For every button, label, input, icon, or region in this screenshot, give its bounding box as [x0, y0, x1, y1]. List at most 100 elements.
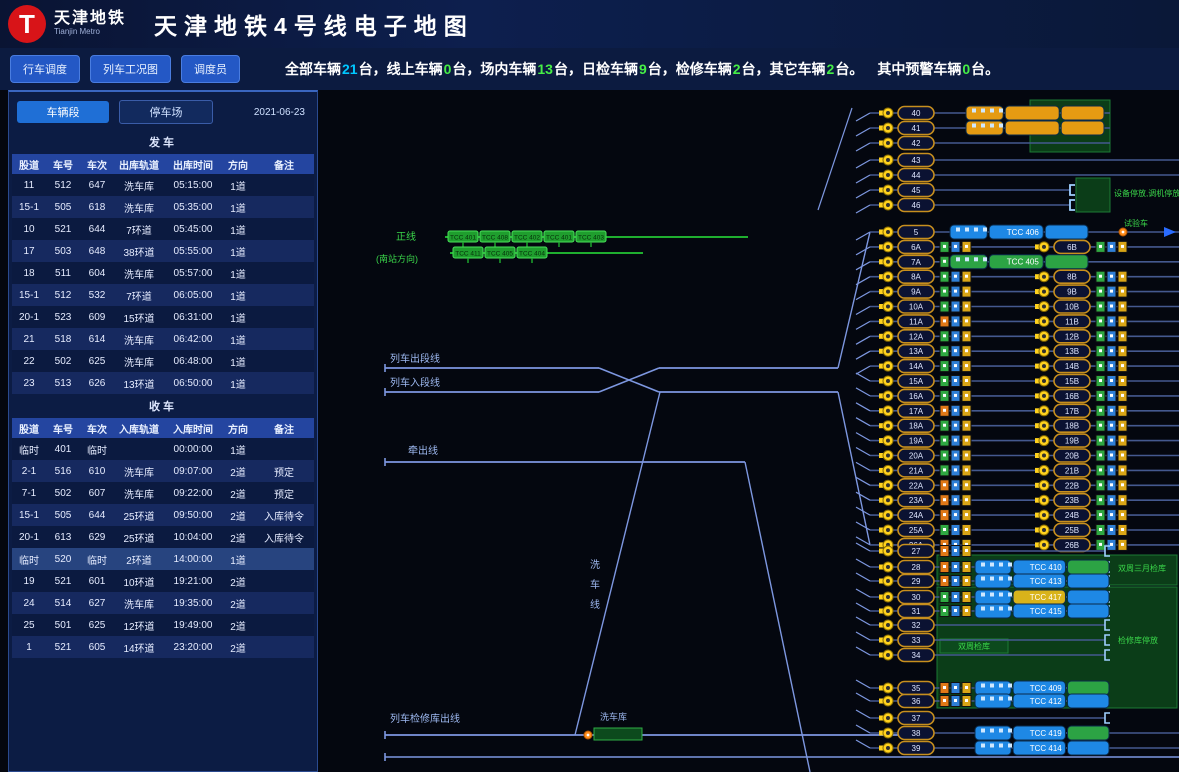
track-end-bracket — [1070, 185, 1075, 195]
table-row[interactable]: 临时401临时00:00:001道 — [12, 438, 314, 460]
table-cell: 临时 — [12, 552, 46, 567]
train-car[interactable] — [1067, 681, 1109, 695]
track-number: 16A — [909, 392, 924, 401]
track-number: 28 — [912, 563, 921, 572]
table-row[interactable]: 20-152360915环道06:31:001道 — [12, 306, 314, 328]
toolbar-button-train-status[interactable]: 列车工况图 — [90, 55, 171, 83]
train-car[interactable] — [950, 255, 987, 269]
table-row[interactable]: 11512647洗车库05:15:001道 — [12, 174, 314, 196]
train-car[interactable] — [1067, 560, 1109, 574]
train-window — [972, 124, 976, 128]
table-row[interactable]: 152160514环道23:20:002道 — [12, 636, 314, 658]
table-row[interactable]: 24514627洗车库19:35:002道 — [12, 592, 314, 614]
train-car[interactable] — [975, 590, 1011, 604]
icon-glyph — [954, 245, 957, 248]
train-car[interactable] — [975, 694, 1011, 708]
table-cell: 入库待令 — [254, 530, 314, 545]
table-row[interactable]: 21518614洗车库06:42:001道 — [12, 328, 314, 350]
equipment-label: 设备停放,调机停放 — [1114, 188, 1179, 198]
train-car[interactable] — [966, 121, 1003, 135]
track-line — [856, 740, 870, 748]
table-cell: 19:21:00 — [164, 576, 222, 587]
table-cell: 14环道 — [114, 640, 164, 655]
train-car[interactable] — [1067, 590, 1109, 604]
train-car[interactable] — [975, 741, 1011, 755]
train-car[interactable] — [1067, 726, 1109, 740]
icon-glyph — [965, 513, 968, 516]
train-car[interactable] — [966, 106, 1003, 120]
track-number: 9A — [911, 288, 921, 297]
train-car[interactable] — [1067, 604, 1109, 618]
table-row[interactable]: 1952160110环道19:21:002道 — [12, 570, 314, 592]
train-car[interactable] — [1045, 225, 1088, 239]
table-row[interactable]: 20-161362925环道10:04:002道入库待令 — [12, 526, 314, 548]
signal-base — [879, 230, 883, 235]
signal-base — [1035, 513, 1039, 518]
table-row[interactable]: 15-1505618洗车库05:35:001道 — [12, 196, 314, 218]
track-line — [856, 617, 870, 625]
train-car[interactable] — [1061, 121, 1104, 135]
signal-core — [886, 364, 890, 368]
icon-glyph — [943, 549, 946, 552]
icon-glyph — [954, 275, 957, 278]
biweekly-side-label: 双周三月检库 — [1118, 563, 1166, 573]
train-window — [1008, 593, 1012, 597]
signal-base — [879, 289, 883, 294]
icon-glyph — [943, 699, 946, 702]
table-row[interactable]: 105216447环道05:45:001道 — [12, 218, 314, 240]
table-cell: 洗车库 — [114, 266, 164, 281]
signal-base — [1035, 364, 1039, 369]
tab-parking[interactable]: 停车场 — [119, 100, 213, 124]
train-car[interactable] — [1061, 106, 1104, 120]
track-number: 11B — [1065, 317, 1079, 326]
table-row[interactable]: 1750364838环道05:55:001道 — [12, 240, 314, 262]
table-cell: 609 — [80, 312, 114, 323]
icon-glyph — [943, 513, 946, 516]
tab-depot[interactable]: 车辆段 — [17, 101, 109, 123]
icon-glyph — [965, 275, 968, 278]
track-line — [856, 403, 870, 411]
table-cell: 2-1 — [12, 466, 46, 477]
train-car[interactable] — [1067, 694, 1109, 708]
table-row[interactable]: 22502625洗车库06:48:001道 — [12, 350, 314, 372]
signal-base — [879, 579, 883, 584]
signal-core — [886, 454, 890, 458]
track-number: 23B — [1065, 496, 1079, 505]
icon-glyph — [954, 334, 957, 337]
table-row[interactable]: 15-15125327环道06:05:001道 — [12, 284, 314, 306]
train-car[interactable] — [1067, 741, 1109, 755]
toolbar-button-dispatch[interactable]: 行车调度 — [10, 55, 80, 83]
table-row[interactable]: 2351362613环道06:50:001道 — [12, 372, 314, 394]
table-row[interactable]: 临时520临时2环道14:00:001道 — [12, 548, 314, 570]
train-car[interactable] — [975, 574, 1011, 588]
toolbar-button-dispatcher[interactable]: 调度员 — [181, 55, 240, 83]
table-row[interactable]: 2550162512环道19:49:002道 — [12, 614, 314, 636]
track-number: 22B — [1065, 481, 1079, 490]
track-line — [856, 128, 870, 136]
table-row[interactable]: 2-1516610洗车库09:07:002道预定 — [12, 460, 314, 482]
metro-electronic-map-app: T 天津地铁 Tianjin Metro 天津地铁4号线电子地图 行车调度 列车… — [0, 0, 1179, 772]
repair-side-label: 检修库停放 — [1118, 635, 1158, 645]
train-car[interactable] — [1005, 121, 1059, 135]
train-window — [981, 577, 985, 581]
table-cell: 05:45:00 — [164, 224, 222, 235]
table-cell: 503 — [46, 246, 80, 257]
track-number: 5 — [914, 228, 919, 237]
table-cell: 12环道 — [114, 618, 164, 633]
train-car[interactable] — [950, 225, 987, 239]
table-row[interactable]: 15-150564425环道09:50:002道入库待令 — [12, 504, 314, 526]
train-car[interactable] — [975, 560, 1011, 574]
icon-glyph — [1121, 305, 1124, 308]
track-number: 6A — [911, 243, 921, 252]
table-row[interactable]: 18511604洗车库05:57:001道 — [12, 262, 314, 284]
train-car[interactable] — [1005, 106, 1059, 120]
table-cell: 625 — [80, 620, 114, 631]
train-car[interactable] — [975, 604, 1011, 618]
train-car[interactable] — [1045, 255, 1088, 269]
train-car[interactable] — [1067, 574, 1109, 588]
train-label: TCC 406 — [1007, 228, 1040, 237]
train-car[interactable] — [975, 681, 1011, 695]
train-window — [999, 744, 1003, 748]
train-car[interactable] — [975, 726, 1011, 740]
table-row[interactable]: 7-1502607洗车库09:22:002道预定 — [12, 482, 314, 504]
